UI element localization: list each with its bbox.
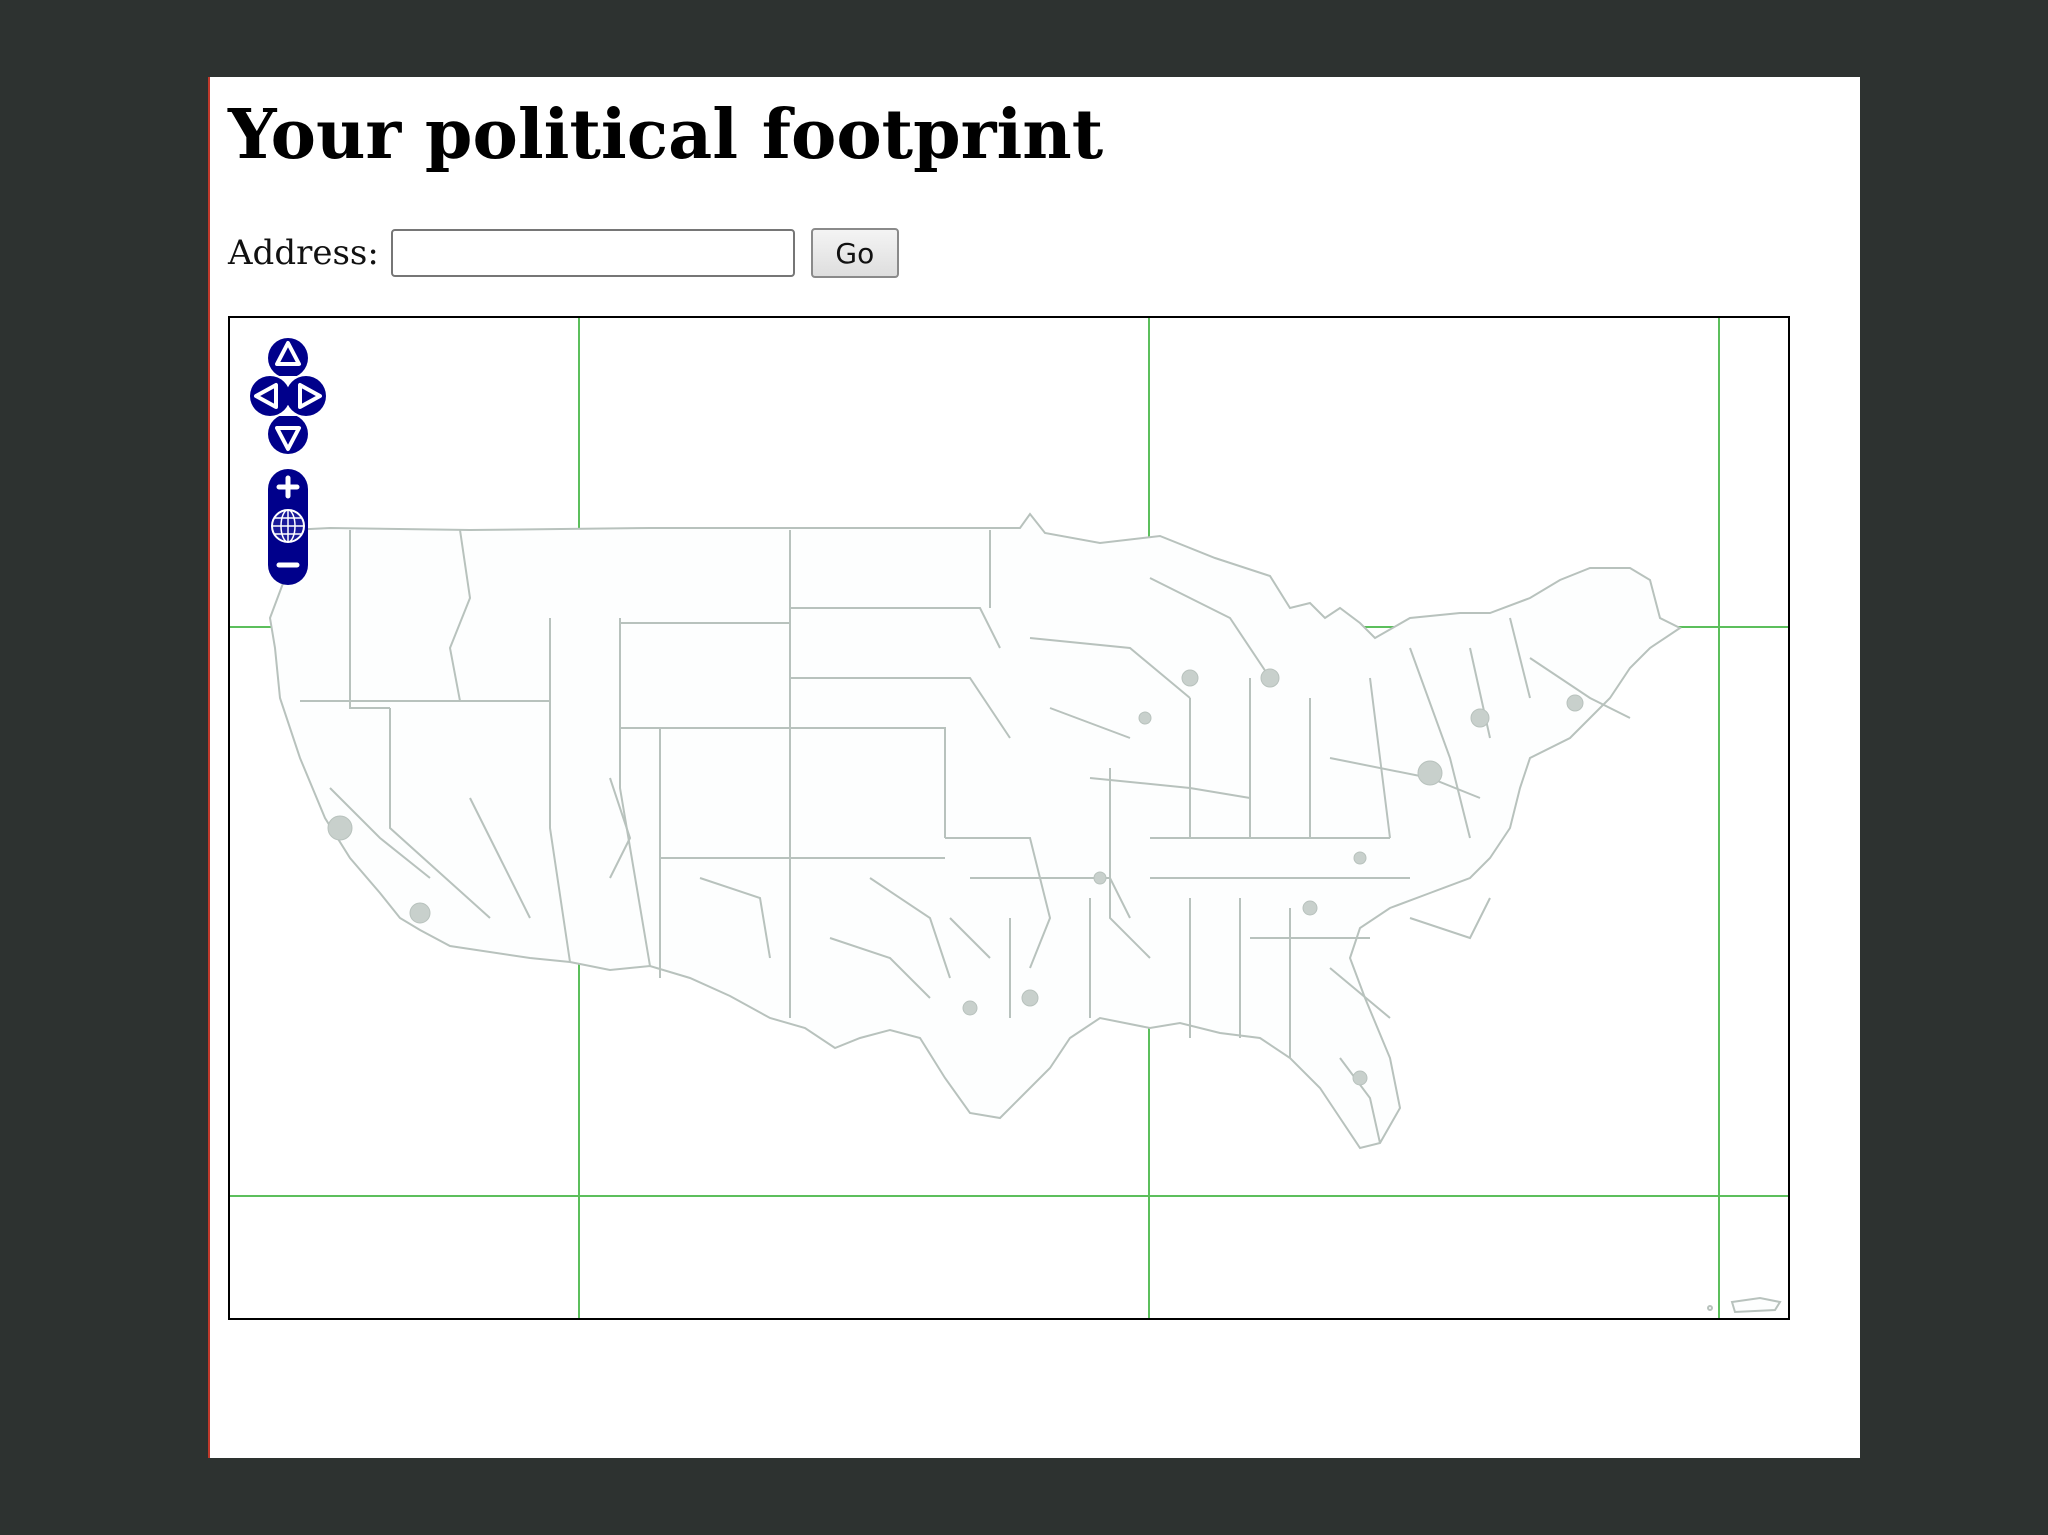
pan-up-button[interactable] — [266, 336, 310, 378]
address-label: Address: — [228, 233, 379, 273]
address-input[interactable] — [390, 229, 795, 277]
page: Your political footprint Address: Go — [208, 77, 1860, 1458]
zoom-out-button[interactable] — [268, 547, 308, 583]
triangle-left-icon — [250, 376, 290, 416]
pan-down-button[interactable] — [266, 414, 310, 456]
address-form: Address: Go — [228, 227, 899, 279]
pan-left-button[interactable] — [248, 374, 290, 418]
page-title: Your political footprint — [228, 95, 1104, 175]
plus-icon — [276, 475, 300, 499]
triangle-right-icon — [286, 376, 326, 416]
triangle-down-icon — [268, 414, 308, 454]
globe-icon — [271, 509, 305, 543]
zoom-in-button[interactable] — [268, 469, 308, 505]
pan-right-button[interactable] — [286, 374, 328, 418]
zoom-world-button[interactable] — [268, 506, 308, 546]
minus-icon — [276, 562, 300, 568]
triangle-up-icon — [268, 338, 308, 378]
us-district-boundaries — [268, 512, 1682, 1150]
boundary-line — [1409, 897, 1491, 940]
map-viewport[interactable] — [228, 316, 1790, 1320]
go-button[interactable]: Go — [810, 228, 899, 278]
district-map — [230, 318, 1788, 1318]
